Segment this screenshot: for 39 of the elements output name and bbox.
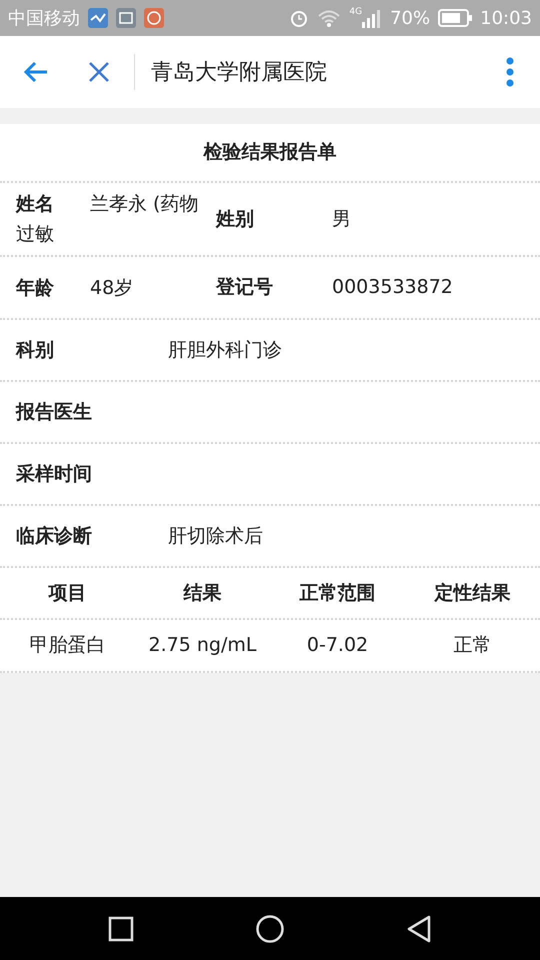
report-title: 检验结果报告单 xyxy=(204,140,336,166)
network-type: 4G xyxy=(349,8,362,17)
field-label: 姓别 xyxy=(216,206,255,232)
name-field-text: 年龄 48岁 xyxy=(16,276,134,300)
table-cell: 0-7.02 xyxy=(306,634,368,656)
field-value: 男 xyxy=(332,206,351,232)
more-icon xyxy=(505,57,515,87)
table-cell: 甲胎蛋白 xyxy=(30,634,106,656)
close-icon xyxy=(88,61,110,83)
name-field-text: 姓名 兰孝永 (药物过敏 xyxy=(16,192,200,247)
column-header: 正常范围 xyxy=(300,582,376,604)
column-header: 结果 xyxy=(184,582,222,604)
wifi-icon xyxy=(317,8,342,28)
clock-time: 10:03 xyxy=(480,6,532,30)
battery-icon xyxy=(438,9,472,27)
page-title: 青岛大学附属医院 xyxy=(151,58,327,86)
table-cell: 2.75 ng/mL xyxy=(148,634,256,656)
signal-icon xyxy=(362,8,382,28)
field-label: 报告医生 xyxy=(16,400,93,425)
field-value: 0003533872 xyxy=(332,275,453,300)
battery-percent: 70% xyxy=(390,6,430,30)
field-value: 肝切除术后 xyxy=(168,524,263,549)
field-label: 临床诊断 xyxy=(16,524,93,549)
field-label: 采样时间 xyxy=(16,462,93,487)
table-cell: 正常 xyxy=(454,634,492,656)
back-icon[interactable] xyxy=(406,914,432,942)
carrier-name: 中国移动 xyxy=(8,6,80,30)
home-icon[interactable] xyxy=(254,914,285,944)
image-notification-icon xyxy=(116,8,136,28)
field-value: 肝胆外科门诊 xyxy=(168,338,282,363)
app-notification-icon xyxy=(88,8,108,28)
field-label: 科别 xyxy=(16,338,55,363)
field-label: 登记号 xyxy=(216,275,274,300)
back-arrow-icon xyxy=(23,61,49,83)
recent-apps-icon[interactable] xyxy=(108,916,134,942)
app-notification-icon xyxy=(144,8,164,28)
alarm-icon xyxy=(289,8,310,28)
column-header: 项目 xyxy=(48,582,86,604)
column-header: 定性结果 xyxy=(434,582,510,604)
